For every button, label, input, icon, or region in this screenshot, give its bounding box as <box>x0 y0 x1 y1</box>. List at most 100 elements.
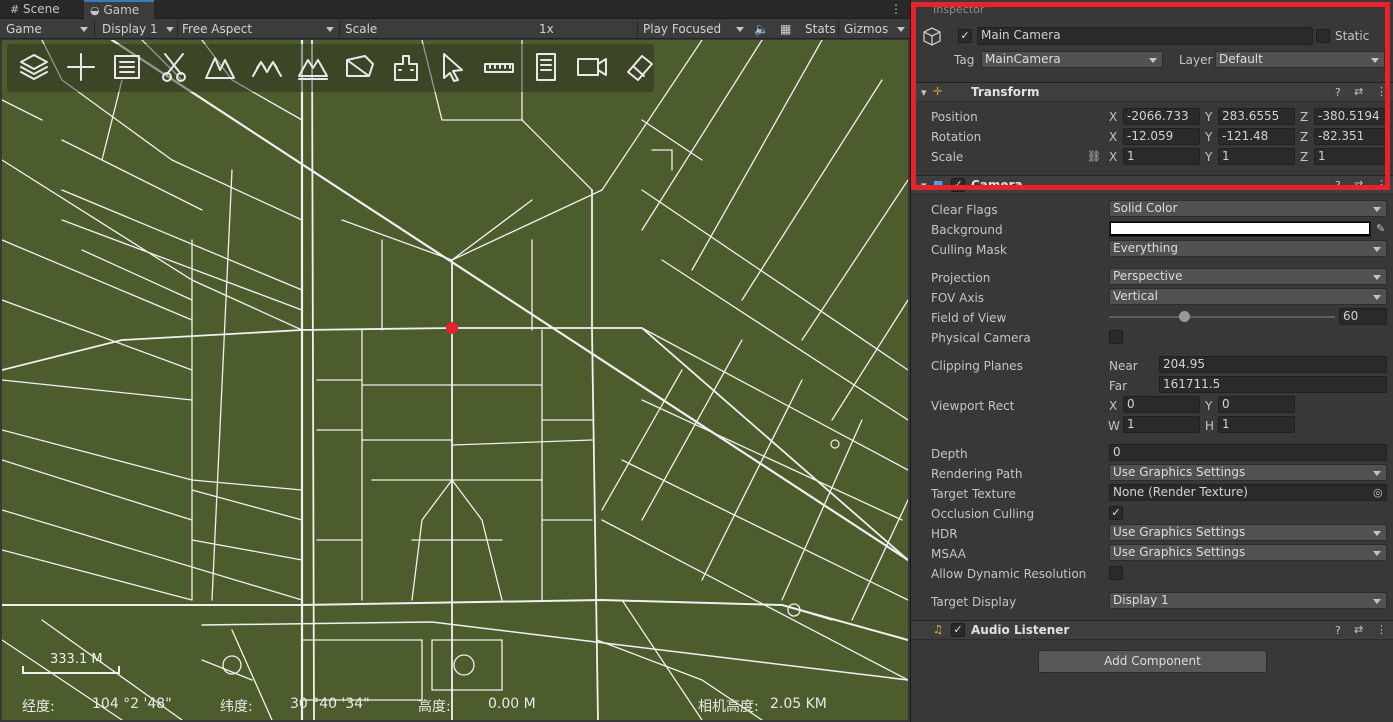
preset-icon[interactable]: ⇄ <box>1354 85 1363 98</box>
active-checkbox[interactable]: ✓ <box>958 29 972 43</box>
rotation-x-field[interactable]: -12.059 <box>1123 128 1200 145</box>
object-name-field[interactable]: Main Camera <box>977 27 1313 45</box>
background-color-swatch[interactable] <box>1109 221 1371 237</box>
hdr-dropdown[interactable]: Use Graphics Settings <box>1109 524 1387 541</box>
camera-enabled-checkbox[interactable]: ✓ <box>951 178 965 192</box>
speaker-icon[interactable]: 🔈 <box>754 19 769 39</box>
kebab-menu-icon[interactable]: ⋮ <box>1376 178 1387 191</box>
tab-scene[interactable]: # Scene <box>4 0 82 19</box>
location-marker[interactable] <box>446 322 458 334</box>
physical-camera-label: Physical Camera <box>931 331 1031 345</box>
culling-mask-label: Culling Mask <box>931 243 1007 257</box>
target-display-dropdown[interactable]: Display 1 <box>1109 592 1387 609</box>
culling-mask-dropdown[interactable]: Everything <box>1109 240 1387 257</box>
clipping-planes-label: Clipping Planes <box>931 359 1023 373</box>
camera-header[interactable]: ▾ ■ ✓ Camera ? ⇄ ⋮ <box>911 175 1393 195</box>
mountain-icon[interactable] <box>203 50 237 84</box>
divider <box>177 21 178 37</box>
preset-icon[interactable]: ⇄ <box>1354 623 1363 636</box>
fov-axis-dropdown[interactable]: Vertical <box>1109 288 1387 305</box>
occlusion-culling-label: Occlusion Culling <box>931 507 1035 521</box>
tag-dropdown[interactable]: MainCamera <box>981 51 1163 68</box>
list-icon[interactable] <box>110 50 144 84</box>
camera-icon: ■ <box>933 178 944 191</box>
fov-slider-track[interactable] <box>1109 316 1335 318</box>
divider <box>94 21 95 37</box>
inspector-panel: Inspector ✓ Main Camera Static Tag MainC… <box>910 0 1393 722</box>
axis-x-label: X <box>1109 130 1118 144</box>
help-icon[interactable]: ? <box>1335 86 1341 99</box>
dynamic-resolution-checkbox[interactable] <box>1109 566 1123 580</box>
layers-icon[interactable] <box>17 50 51 84</box>
msaa-label: MSAA <box>931 547 966 561</box>
help-icon[interactable]: ? <box>1335 624 1341 637</box>
terrain-measure-icon[interactable] <box>296 50 330 84</box>
longitude-value: 104 °2 '48" <box>92 696 172 712</box>
target-texture-label: Target Texture <box>931 487 1016 501</box>
profile-icon[interactable] <box>343 50 377 84</box>
rotation-z-field[interactable]: -82.351 <box>1314 128 1387 145</box>
scale-y-field[interactable]: 1 <box>1218 148 1295 165</box>
game-mode-dropdown[interactable]: Game <box>6 19 42 39</box>
position-x-field[interactable]: -2066.733 <box>1123 108 1200 125</box>
viewport-h-field[interactable]: 1 <box>1218 416 1295 433</box>
transform-header[interactable]: ▾ ✛ Transform ? ⇄ ⋮ <box>911 82 1393 102</box>
viewport-w-field[interactable]: 1 <box>1123 416 1200 433</box>
pointer-icon[interactable] <box>436 50 470 84</box>
gizmos-button[interactable]: Gizmos <box>844 19 888 39</box>
game-view[interactable]: 333.1 M 经度: 104 °2 '48" 纬度: 30 °40 '34" … <box>2 40 908 720</box>
viewport-x-field[interactable]: 0 <box>1123 396 1200 413</box>
position-y-field[interactable]: 283.6555 <box>1218 108 1295 125</box>
play-focused-dropdown[interactable]: Play Focused <box>643 19 721 39</box>
plus-icon[interactable] <box>64 50 98 84</box>
kebab-menu-icon[interactable]: ⋮ <box>1376 85 1387 98</box>
fov-slider-thumb[interactable] <box>1178 311 1190 322</box>
terrain-icon[interactable] <box>250 50 284 84</box>
link-icon[interactable]: ⛓ <box>1087 150 1101 163</box>
depth-field[interactable]: 0 <box>1109 444 1387 461</box>
static-checkbox[interactable] <box>1316 29 1330 43</box>
stats-button[interactable]: Stats <box>805 19 836 39</box>
projection-dropdown[interactable]: Perspective <box>1109 268 1387 285</box>
grid-icon[interactable]: ▦ <box>780 19 791 39</box>
document-icon[interactable] <box>529 50 563 84</box>
audio-listener-header[interactable]: ♫ ✓ Audio Listener ? ⇄ ⋮ <box>911 620 1393 640</box>
clear-flags-dropdown[interactable]: Solid Color <box>1109 200 1387 217</box>
far-field[interactable]: 161711.5 <box>1159 376 1387 393</box>
target-texture-field[interactable]: None (Render Texture) <box>1109 484 1387 501</box>
scale-z-field[interactable]: 1 <box>1314 148 1387 165</box>
eyedropper-icon[interactable]: ✎ <box>1376 222 1385 235</box>
aspect-dropdown[interactable]: Free Aspect <box>182 19 252 39</box>
rotation-y-field[interactable]: -121.48 <box>1218 128 1295 145</box>
help-icon[interactable]: ? <box>1335 179 1341 192</box>
foldout-arrow-icon: ▾ <box>921 179 927 192</box>
position-z-field[interactable]: -380.5194 <box>1314 108 1387 125</box>
layer-dropdown[interactable]: Default <box>1215 51 1385 68</box>
scale-bar-tick <box>118 666 120 674</box>
rendering-path-dropdown[interactable]: Use Graphics Settings <box>1109 464 1387 481</box>
fov-label: Field of View <box>931 311 1007 325</box>
scale-x-field[interactable]: 1 <box>1123 148 1200 165</box>
object-picker-icon[interactable]: ◎ <box>1373 486 1383 499</box>
occlusion-culling-checkbox[interactable]: ✓ <box>1109 506 1123 520</box>
msaa-dropdown[interactable]: Use Graphics Settings <box>1109 544 1387 561</box>
eraser-icon[interactable] <box>622 50 656 84</box>
preset-icon[interactable]: ⇄ <box>1354 178 1363 191</box>
display-dropdown[interactable]: Display 1 <box>102 19 158 39</box>
far-label: Far <box>1109 379 1128 393</box>
scissors-icon[interactable] <box>157 50 191 84</box>
kebab-menu-icon[interactable]: ⋮ <box>1376 623 1387 636</box>
roundabout <box>453 654 475 676</box>
fov-value-field[interactable]: 60 <box>1339 308 1387 325</box>
tab-game[interactable]: ◒ Game <box>84 0 154 19</box>
add-component-button[interactable]: Add Component <box>1038 650 1267 673</box>
rendering-path-label: Rendering Path <box>931 467 1023 481</box>
ruler-icon[interactable] <box>482 50 516 84</box>
kebab-menu-icon[interactable]: ⋮ <box>890 2 902 16</box>
near-field[interactable]: 204.95 <box>1159 356 1387 373</box>
physical-camera-checkbox[interactable] <box>1109 330 1123 344</box>
viewport-y-field[interactable]: 0 <box>1218 396 1295 413</box>
building-icon[interactable] <box>389 50 423 84</box>
audio-listener-checkbox[interactable]: ✓ <box>951 623 965 637</box>
video-icon[interactable] <box>575 50 609 84</box>
